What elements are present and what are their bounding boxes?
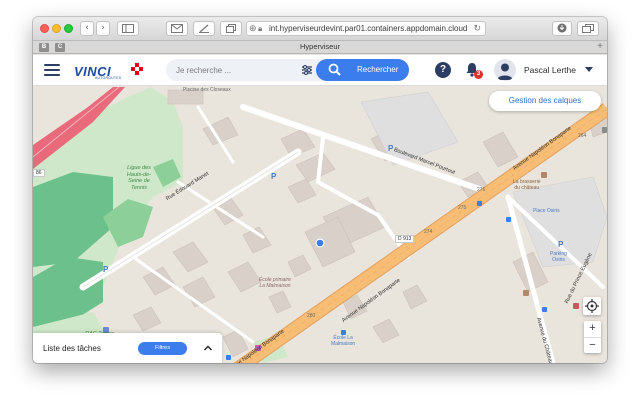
tabs-icon	[582, 24, 594, 33]
filter-sliders-icon[interactable]	[301, 64, 313, 76]
close-window-button[interactable]	[40, 24, 49, 33]
svg-text:P: P	[103, 265, 109, 274]
mail-icon	[171, 24, 183, 33]
map-view[interactable]: P P P P Piscine des Closeaux Ligue des H…	[33, 87, 607, 363]
layers-management-button[interactable]: Gestion des calques	[489, 91, 601, 111]
search-box	[166, 59, 326, 81]
map-label-86: 86	[33, 169, 45, 177]
map-label-280: 280	[307, 313, 316, 319]
map-label-275: 275	[458, 205, 467, 211]
address-bar[interactable]: ⊕ 🔒︎ int.hyperviseurdevint.par01.contain…	[246, 21, 486, 36]
vinci-logo: VINCI AUTOROUTES	[74, 63, 143, 80]
map-canvas: P P P P	[33, 87, 607, 363]
notification-count-badge: 3	[474, 70, 483, 79]
new-tab-button[interactable]: +	[597, 41, 603, 52]
browser-window: ‹ › ⊕ 🔒︎ int.hyperviseurdevint.par01.con…	[33, 17, 607, 363]
help-icon[interactable]: ?	[435, 62, 451, 78]
lock-icon: 🔒︎	[258, 24, 263, 33]
chevron-down-icon[interactable]	[585, 67, 593, 72]
map-label-parking-osiris: Parking Osiris	[550, 251, 567, 263]
map-label-ecole-primaire: École primaire La Malmaison	[259, 277, 291, 289]
map-label-274: 274	[424, 229, 433, 235]
search-input[interactable]	[176, 63, 296, 77]
app-header: VINCI AUTOROUTES Je recherche ... Recher…	[33, 55, 607, 86]
sidebar-icon	[122, 24, 134, 33]
privacy-icon: ⊕	[249, 23, 257, 33]
zoom-controls: + −	[584, 321, 601, 353]
user-icon	[497, 63, 513, 80]
user-name[interactable]: Pascal Lerthe	[524, 65, 576, 75]
search-icon	[328, 63, 341, 76]
pencil-icon	[199, 24, 209, 33]
task-list-panel: Liste des tâches Filtres	[33, 333, 222, 363]
svg-text:P: P	[271, 172, 277, 181]
back-button[interactable]: ‹	[80, 21, 94, 36]
url-text: int.hyperviseurdevint.par01.containers.a…	[269, 24, 468, 33]
mail-button[interactable]	[166, 21, 188, 36]
tab-title[interactable]: Hyperviseur	[33, 42, 607, 51]
map-label-d913: D 913	[395, 235, 415, 243]
avatar[interactable]	[494, 59, 516, 81]
map-label-276: 276	[477, 187, 486, 193]
search-button[interactable]: Rechercher	[316, 59, 409, 81]
map-label-place-osiris: Place Osiris	[533, 208, 560, 214]
task-list-title: Liste des tâches	[43, 344, 101, 353]
zoom-window-button[interactable]	[64, 24, 73, 33]
map-label-264: 264	[578, 133, 587, 139]
menu-icon[interactable]	[44, 64, 60, 76]
sidebar-toggle-button[interactable]	[117, 21, 139, 36]
map-label-piscine: Piscine des Closeaux	[183, 87, 231, 93]
minimize-window-button[interactable]	[52, 24, 61, 33]
zoom-in-button[interactable]: +	[584, 321, 601, 337]
forward-button[interactable]: ›	[96, 21, 110, 36]
tabs-overview-button[interactable]	[220, 21, 242, 36]
show-tabs-button[interactable]	[577, 21, 599, 36]
reload-icon[interactable]: ↻	[473, 22, 481, 35]
search-button-label: Rechercher	[357, 65, 399, 74]
svg-text:P: P	[558, 240, 564, 249]
notifications-button[interactable]: 3	[465, 62, 483, 79]
download-icon	[557, 23, 567, 33]
chevron-up-icon[interactable]	[203, 344, 213, 352]
tab-bar: B C Hyperviseur +	[33, 41, 607, 54]
browser-toolbar: ‹ › ⊕ 🔒︎ int.hyperviseurdevint.par01.con…	[33, 17, 607, 41]
locate-button[interactable]	[583, 297, 601, 315]
zoom-out-button[interactable]: −	[584, 338, 601, 354]
crosshair-icon	[585, 299, 599, 313]
edit-button[interactable]	[193, 21, 215, 36]
map-label-ligue-tennis: Ligue des Hauts-de- Seine de Tennis	[126, 165, 152, 191]
filters-button[interactable]: Filtres	[138, 342, 187, 355]
vinci-logo-mark	[131, 63, 143, 75]
copy-icon	[226, 24, 236, 33]
map-label-ecole-malmaison: École La Malmaison	[331, 335, 356, 347]
downloads-button[interactable]	[552, 21, 572, 36]
map-label-brasserie: La brasserie du château	[513, 179, 541, 191]
